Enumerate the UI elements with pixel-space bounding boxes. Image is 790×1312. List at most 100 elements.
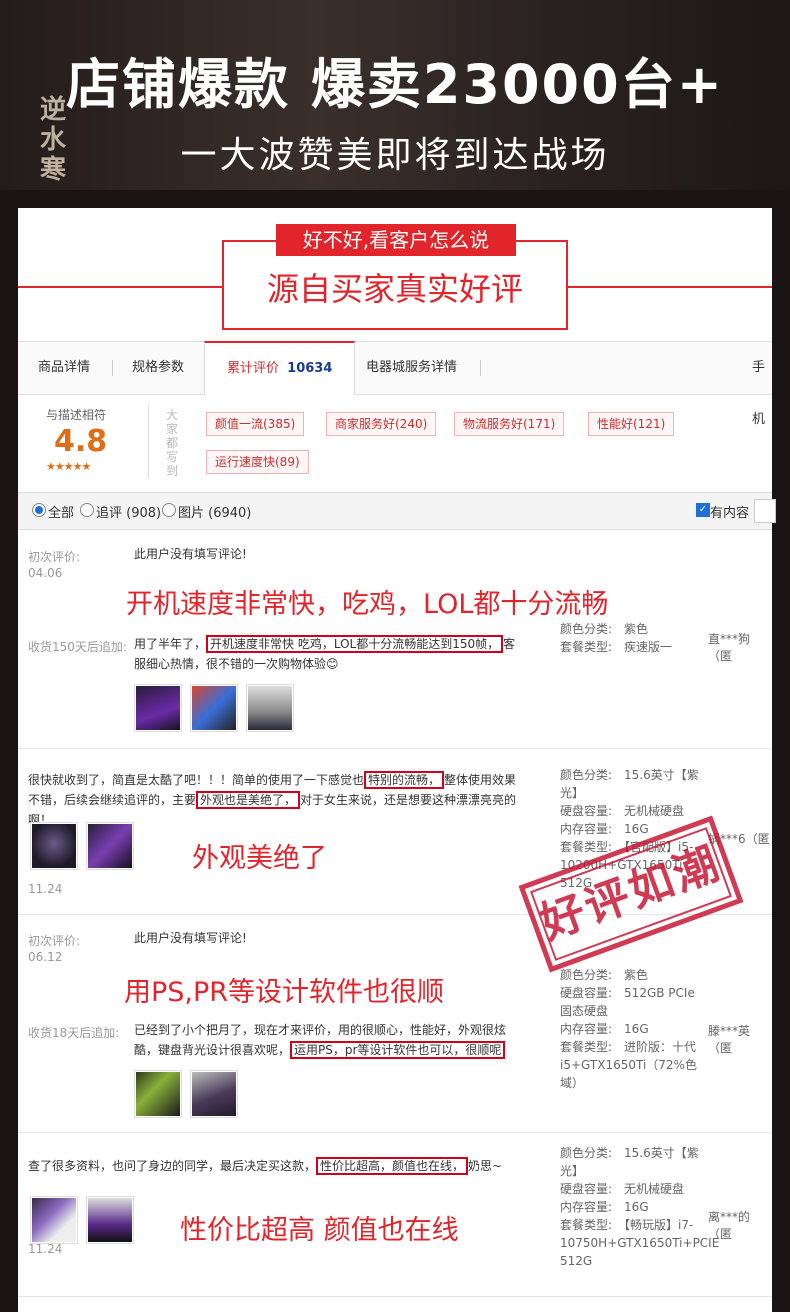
spec-line: 硬盘容量: 512GB PCIe [560,986,695,1000]
review-panel: 好不好,看客户怎么说 源自买家真实好评 商品详情 规格参数 累计评价 10634… [18,208,776,1312]
review-date: 11.24 [28,1242,63,1256]
highlighted-text: 外观也是美绝了， [196,791,301,809]
review-item: 查了很多资料，也问了身边的同学，最后决定买这款， 性价比超高，颜值也在线， 奶思~ … [18,1132,772,1297]
first-review-label: 初次评价: [28,934,81,948]
spec-line: 10750H+GTX1650Ti+PCIE [560,1236,720,1250]
review-photo[interactable] [134,684,182,732]
spec-line: 域） [560,1076,585,1090]
spec-line: 颜色分类: 紫色 [560,622,649,636]
review-date: 04.06 [28,566,63,580]
first-review-label: 初次评价: [28,550,81,564]
spec-line: 光】 [560,786,585,800]
highlighted-text: 特别的流畅， [364,771,445,789]
follow-up-text: 已经到了小个把月了，现在才来评价，用的很顺心，性能好，外观很炫酷，键盘背光设计很… [134,1020,514,1060]
review-photo[interactable] [190,684,238,732]
review-photo[interactable] [86,822,134,870]
has-content-label: 有内容 [710,506,750,521]
follow-up-label: 收货150天后追加: [28,640,127,654]
review-photo[interactable] [30,1196,78,1244]
filter-all-label: 全部 [48,506,75,521]
review-tag[interactable]: 商家服务好(240) [326,412,437,436]
follow-up-text-part: 用了半年了， [134,637,207,651]
tab-specs[interactable]: 规格参数 [132,342,184,394]
review-photo[interactable] [246,684,294,732]
spec-line: 颜色分类: 15.6英寸【紫 [560,768,699,782]
tab-divider [480,360,481,376]
review-tag[interactable]: 性能好(121) [588,412,675,436]
radio-follow[interactable] [80,503,94,517]
review-tag[interactable]: 运行速度快(89) [206,450,309,474]
follow-up-text: 用了半年了， 开机速度非常快 吃鸡，LOL都十分流畅能达到150帧， 客服细心热情，… [134,634,524,674]
radio-pics[interactable] [162,503,176,517]
spec-line: 颜色分类: 紫色 [560,968,649,982]
spec-info: 颜色分类: 紫色 套餐类型: 疾速版一 [560,620,700,656]
rating-score: 4.8 [54,424,108,459]
review-headline: 开机速度非常快，吃鸡，LOL都十分流畅 [126,589,609,620]
review-photo[interactable] [86,1196,134,1244]
highlighted-text: 开机速度非常快 吃鸡，LOL都十分流畅能达到150帧， [206,635,504,653]
review-headline: 性价比超高 颜值也在线 [180,1215,459,1246]
review-headline: 用PS,PR等设计软件也很顺 [124,977,445,1008]
rating-stars: ★★★★★ [46,460,91,473]
review-photo[interactable] [190,1070,238,1118]
first-review-text: 此用户没有填写评论! [134,931,247,945]
tab-service[interactable]: 电器城服务详情 [366,342,457,394]
rating-divider [148,404,149,478]
tab-reviews[interactable]: 累计评价 10634 [204,341,356,395]
spec-info: 颜色分类: 紫色 硬盘容量: 512GB PCIe 固态硬盘 内存容量: 16G… [560,966,700,1092]
review-date: 11.24 [28,882,63,896]
highlighted-text: 运用PS，pr等设计软件也可以，很顺呢 [290,1041,506,1059]
reviewer-name: 滕***英（匿 [708,1024,751,1055]
tab-phone[interactable]: 手机 [752,342,772,427]
review-tag[interactable]: 颜值一流(385) [206,412,305,436]
review-date: 06.12 [28,950,63,964]
banner-top-text: 好不好,看客户怎么说 [276,224,516,256]
review-item: 初次评价: 06.12 此用户没有填写评论! 用PS,PR等设计软件也很顺 收货… [18,914,772,1133]
tab-divider [112,360,113,376]
spec-line: 内存容量: 16G [560,1200,649,1214]
review-photo[interactable] [30,822,78,870]
radio-all[interactable] [32,503,46,517]
banner-main-text: 源自买家真实好评 [266,270,523,308]
spec-line: 内存容量: 16G [560,1022,649,1036]
sort-dropdown[interactable] [754,499,776,523]
filter-follow-label: 追评 (908) [96,506,162,521]
review-text: 查了很多资料，也问了身边的同学，最后决定买这款， 性价比超高，颜值也在线， 奶思~ [28,1156,528,1176]
tab-reviews-count: 10634 [287,361,333,376]
review-photo[interactable] [134,1070,182,1118]
spec-line: 套餐类型: 【畅玩版】i7- [560,1218,694,1232]
rating-label: 与描述相符 [46,408,107,422]
spec-line: 颜色分类: 15.6英寸【紫 [560,1146,699,1160]
spec-info: 颜色分类: 15.6英寸【紫 光】 硬盘容量: 无机械硬盘 内存容量: 16G … [560,1144,720,1270]
spec-line: 硬盘容量: 无机械硬盘 [560,804,685,818]
reviewer-name: 直***狗（匿 [708,632,751,663]
spec-line: 固态硬盘 [560,1004,609,1018]
first-review-text: 此用户没有填写评论! [134,547,247,561]
review-text: 很快就收到了，简直是太酷了吧！！！简单的使用了一下感觉也 特别的流畅， 整体使用效果… [28,770,528,830]
reviewer-name: 离***的（匿 [708,1210,751,1241]
spec-line: 硬盘容量: 无机械硬盘 [560,1182,685,1196]
hero-banner: 逆水寒 店铺爆款 爆卖23000台+ 一大波赞美即将到达战场 [0,0,790,190]
review-text-part: 很快就收到了，简直是太酷了吧！！！简单的使用了一下感觉也 [28,773,365,787]
filter-pics-label: 图片 (6940) [178,506,252,521]
spec-line: 光】 [560,1164,585,1178]
tags-side-label: 大家都写到 [166,408,179,478]
review-headline: 外观美绝了 [192,843,327,874]
tab-details[interactable]: 商品详情 [38,342,90,394]
review-text-part: 查了很多资料，也问了身边的同学，最后决定买这款， [28,1159,317,1173]
review-tag[interactable]: 物流服务好(171) [454,412,565,436]
follow-up-label: 收货18天后追加: [28,1026,120,1040]
spec-line: 套餐类型: 疾速版一 [560,640,673,654]
review-item: 初次评价: 04.06 此用户没有填写评论! 开机速度非常快，吃鸡，LOL都十分… [18,530,772,749]
review-text-part: 奶思~ [468,1159,503,1173]
tab-reviews-label: 累计评价 [227,361,280,376]
has-content-checkbox[interactable]: ✓ [696,503,710,517]
highlighted-text: 性价比超高，颜值也在线， [316,1157,469,1175]
spec-line: i5+GTX1650Ti（72%色 [560,1058,697,1072]
spec-line: 512G [560,1254,593,1268]
spec-line: 套餐类型: 进阶版：十代 [560,1040,697,1054]
hero-title: 店铺爆款 爆卖23000台+ [66,53,724,116]
review-filter-bar: 全部 追评 (908) 图片 (6940) ✓ 有内容 [18,492,776,530]
rating-summary: 与描述相符 4.8 ★★★★★ 大家都写到 颜值一流(385) 商家服务好(24… [18,394,772,490]
product-tabs: 商品详情 规格参数 累计评价 10634 电器城服务详情 手机 [18,341,772,427]
